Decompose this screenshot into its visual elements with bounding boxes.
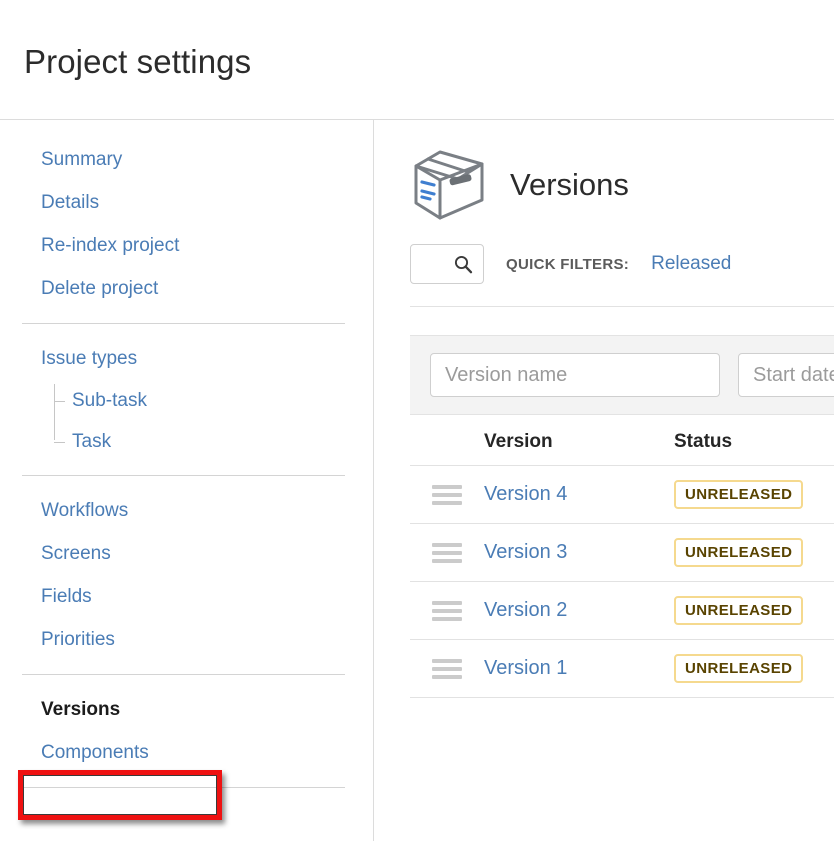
sidebar-item-details[interactable]: Details [0,181,373,224]
sidebar-item-screens[interactable]: Screens [0,532,373,575]
status-badge: UNRELEASED [674,596,803,625]
sidebar-item-fields[interactable]: Fields [0,575,373,618]
column-header-handle [410,415,484,466]
page-title: Project settings [24,38,251,80]
drag-handle-icon[interactable] [432,601,462,621]
row-status-cell: UNRELEASED [674,582,834,640]
drag-handle-icon[interactable] [432,485,462,505]
sidebar-item-issue-types[interactable]: Issue types [0,337,373,380]
drag-handle-icon[interactable] [432,659,462,679]
search-icon [453,254,473,274]
sidebar-divider-3 [22,674,345,675]
table-row: Version 1 UNRELEASED [410,640,834,698]
table-row: Version 2 UNRELEASED [410,582,834,640]
status-badge: UNRELEASED [674,480,803,509]
row-version-cell: Version 4 [484,466,674,524]
sidebar-item-sub-task[interactable]: Sub-task [54,380,373,421]
sidebar-item-workflows[interactable]: Workflows [0,489,373,532]
row-version-cell: Version 3 [484,524,674,582]
sidebar-item-priorities[interactable]: Priorities [0,618,373,661]
nav-group-versions: Versions Components [0,688,373,774]
status-badge: UNRELEASED [674,538,803,567]
column-header-version: Version [484,415,674,466]
table-row: Version 3 UNRELEASED [410,524,834,582]
add-version-form [410,335,834,415]
version-link[interactable]: Version 4 [484,483,567,505]
issue-types-tree: Sub-task Task [54,380,373,462]
versions-panel: Versions QUICK FILTERS: Released [374,120,834,841]
versions-heading-label: Versions [510,167,629,203]
page-header: Project settings [0,0,834,120]
sidebar-item-components[interactable]: Components [0,731,373,774]
column-header-status: Status [674,415,834,466]
settings-sidebar: Summary Details Re-index project Delete … [0,120,374,841]
versions-table: Version Status Version 4 UNRELEASED [410,415,834,698]
row-handle-cell [410,466,484,524]
sidebar-item-re-index-project[interactable]: Re-index project [0,224,373,267]
quick-filters-row: QUICK FILTERS: Released [410,244,834,307]
quick-filters-label: QUICK FILTERS: [506,256,629,273]
search-input[interactable] [410,244,484,284]
sidebar-item-task[interactable]: Task [54,421,373,462]
row-status-cell: UNRELEASED [674,466,834,524]
version-link[interactable]: Version 2 [484,599,567,621]
version-link[interactable]: Version 3 [484,541,567,563]
row-handle-cell [410,524,484,582]
sidebar-item-delete-project[interactable]: Delete project [0,267,373,310]
package-box-icon [410,146,488,224]
start-date-input[interactable] [738,353,834,397]
version-name-input[interactable] [430,353,720,397]
versions-heading: Versions [410,142,834,228]
body-split: Summary Details Re-index project Delete … [0,120,834,841]
row-status-cell: UNRELEASED [674,640,834,698]
nav-group-issue-types: Issue types [0,337,373,380]
version-link[interactable]: Version 1 [484,657,567,679]
drag-handle-icon[interactable] [432,543,462,563]
row-handle-cell [410,640,484,698]
row-version-cell: Version 1 [484,640,674,698]
nav-group-config: Workflows Screens Fields Priorities [0,489,373,661]
row-status-cell: UNRELEASED [674,524,834,582]
sidebar-item-versions[interactable]: Versions [0,688,373,731]
table-row: Version 4 UNRELEASED [410,466,834,524]
project-settings-page: Project settings Summary Details Re-inde… [0,0,834,841]
nav-group-project: Summary Details Re-index project Delete … [0,138,373,310]
status-badge: UNRELEASED [674,654,803,683]
table-header-row: Version Status [410,415,834,466]
sidebar-divider-1 [22,323,345,324]
sidebar-item-summary[interactable]: Summary [0,138,373,181]
row-handle-cell [410,582,484,640]
sidebar-divider-2 [22,475,345,476]
sidebar-divider-4 [22,787,345,788]
quick-filter-released[interactable]: Released [651,253,731,275]
row-version-cell: Version 2 [484,582,674,640]
